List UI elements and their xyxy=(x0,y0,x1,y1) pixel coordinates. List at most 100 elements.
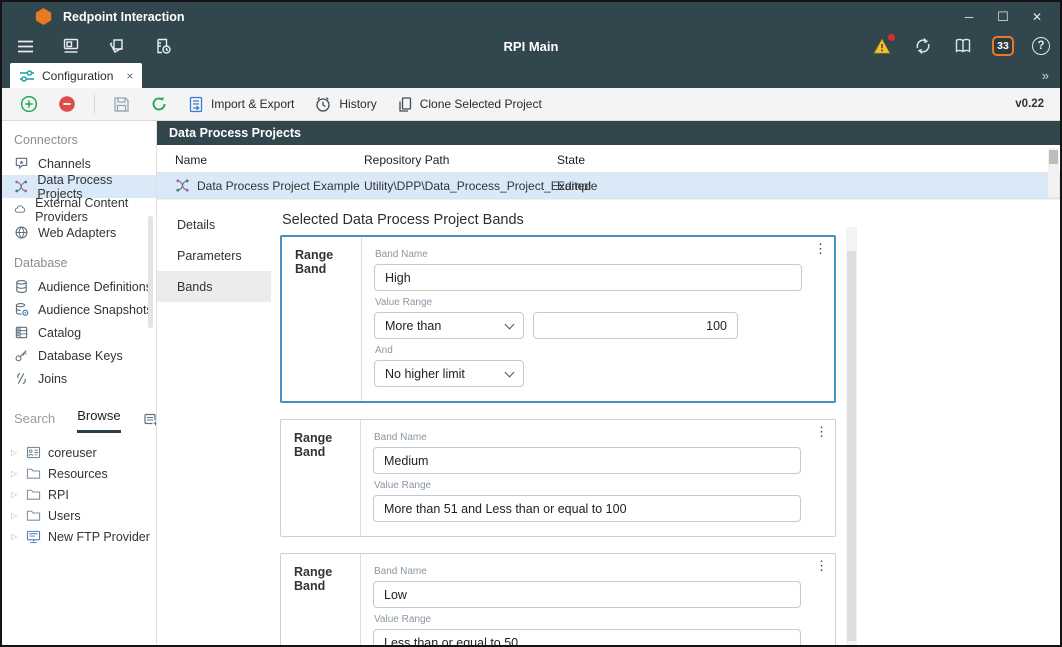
detail-tab-bands[interactable]: Bands xyxy=(157,271,271,302)
sidebar-item-audience-snapshots[interactable]: Audience Snapshots xyxy=(2,298,156,321)
band-fields: Band Name Low Value Range Less than or e… xyxy=(361,554,835,645)
add-provider-icon[interactable] xyxy=(143,412,157,428)
sidebar-item-web-adapters[interactable]: Web Adapters xyxy=(2,221,156,244)
band-name-label: Band Name xyxy=(374,432,819,443)
expander-icon[interactable]: ▷ xyxy=(11,469,19,478)
sidebar-item-external-content-providers[interactable]: External Content Providers xyxy=(2,198,156,221)
tree-item-coreuser[interactable]: ▷ coreuser xyxy=(2,442,156,463)
column-header-name[interactable]: Name xyxy=(157,153,364,167)
expander-icon[interactable]: ▷ xyxy=(11,448,19,457)
browse-tree: ▷ coreuser ▷ Resources ▷ RPI ▷ U xyxy=(2,433,156,547)
bands-content: Selected Data Process Project Bands Rang… xyxy=(271,200,1060,645)
channels-icon xyxy=(14,156,29,171)
maximize-button[interactable]: ☐ xyxy=(986,2,1020,31)
joins-icon xyxy=(14,371,29,386)
band-menu-kebab-icon[interactable]: ⋮ xyxy=(815,559,828,572)
hamburger-menu-icon[interactable] xyxy=(14,35,36,57)
folder-icon xyxy=(26,467,41,480)
value-range-summary[interactable]: More than 51 and Less than or equal to 1… xyxy=(373,495,801,522)
tree-item-label: New FTP Provider xyxy=(48,530,150,544)
table-row[interactable]: Data Process Project Example Utility\DPP… xyxy=(157,173,1060,198)
tree-item-users[interactable]: ▷ Users xyxy=(2,505,156,526)
expander-icon[interactable]: ▷ xyxy=(11,511,19,520)
clone-project-button[interactable]: Clone Selected Project xyxy=(391,92,548,117)
documentation-book-icon[interactable] xyxy=(952,35,974,57)
tab-browse[interactable]: Browse xyxy=(77,408,120,433)
history-button[interactable]: History xyxy=(308,91,382,117)
tab-close-icon[interactable]: × xyxy=(126,69,133,83)
notifications-badge[interactable]: 33 xyxy=(992,36,1014,56)
window-title: Redpoint Interaction xyxy=(63,10,185,24)
bands-scrollbar-thumb[interactable] xyxy=(847,251,856,641)
band-name-input[interactable]: Medium xyxy=(373,447,801,474)
tab-overflow-icon[interactable]: » xyxy=(1042,68,1048,83)
sidebar-panel-tabs: Search Browse xyxy=(2,402,156,433)
band-card-low[interactable]: Range Band Band Name Low Value Range Les… xyxy=(280,553,836,645)
globe-icon xyxy=(14,225,29,240)
band-menu-kebab-icon[interactable]: ⋮ xyxy=(815,425,828,438)
remove-button[interactable] xyxy=(52,91,82,117)
recent-files-icon[interactable] xyxy=(152,35,174,57)
tree-item-resources[interactable]: ▷ Resources xyxy=(2,463,156,484)
alerts-warning-icon[interactable] xyxy=(872,35,894,57)
value-input[interactable]: 100 xyxy=(533,312,738,339)
value-range-summary[interactable]: Less than or equal to 50 xyxy=(373,629,801,645)
sidebar-item-catalog[interactable]: Catalog xyxy=(2,321,156,344)
sidebar-scrollbar[interactable] xyxy=(148,216,153,328)
sidebar-item-audience-definitions[interactable]: Audience Definitions xyxy=(2,275,156,298)
sidebar: Connectors Channels Data Process Project… xyxy=(2,121,157,645)
bands-scrollbar[interactable] xyxy=(846,227,857,645)
band-name-label: Band Name xyxy=(374,566,819,577)
sidebar-item-joins[interactable]: Joins xyxy=(2,367,156,390)
band-name-input[interactable]: Low xyxy=(373,581,801,608)
database-icon xyxy=(14,279,29,294)
data-process-projects-icon xyxy=(14,179,28,194)
band-card-medium[interactable]: Range Band Band Name Medium Value Range … xyxy=(280,419,836,537)
sync-icon[interactable] xyxy=(912,35,934,57)
expander-icon[interactable]: ▷ xyxy=(11,532,19,541)
column-header-state[interactable]: State xyxy=(545,153,635,167)
table-scrollbar[interactable] xyxy=(1048,148,1059,197)
folder-icon xyxy=(26,509,41,522)
table-scrollbar-thumb[interactable] xyxy=(1049,150,1058,164)
tree-item-label: Users xyxy=(48,509,81,523)
column-header-repository-path[interactable]: Repository Path xyxy=(364,153,545,167)
upper-limit-select[interactable]: No higher limit xyxy=(374,360,524,387)
redpoint-logo-icon xyxy=(35,8,52,25)
detail-tab-parameters[interactable]: Parameters xyxy=(157,240,271,271)
version-label: v0.22 xyxy=(1015,98,1044,110)
band-name-input[interactable]: High xyxy=(374,264,802,291)
refresh-button[interactable] xyxy=(144,91,174,117)
tree-item-label: RPI xyxy=(48,488,69,502)
band-type-label: Range Band xyxy=(281,554,361,645)
tab-configuration[interactable]: Configuration × xyxy=(10,63,142,88)
tree-item-new-ftp-provider[interactable]: ▷ New FTP Provider xyxy=(2,526,156,547)
band-menu-kebab-icon[interactable]: ⋮ xyxy=(814,242,827,255)
help-icon[interactable]: ? xyxy=(1032,37,1050,55)
tree-item-rpi[interactable]: ▷ RPI xyxy=(2,484,156,505)
operator-select[interactable]: More than xyxy=(374,312,524,339)
sidebar-item-label: Audience Definitions xyxy=(38,280,152,294)
minimize-button[interactable]: ─ xyxy=(952,2,986,31)
titlebar: Redpoint Interaction ─ ☐ ✕ xyxy=(2,2,1060,31)
detail-tab-details[interactable]: Details xyxy=(157,209,271,240)
user-card-icon xyxy=(26,446,41,459)
band-card-high[interactable]: Range Band Band Name High Value Range Mo… xyxy=(280,235,836,403)
alert-dot xyxy=(888,34,895,41)
files-icon[interactable] xyxy=(106,35,128,57)
tab-search[interactable]: Search xyxy=(14,411,55,433)
band-fields: Band Name Medium Value Range More than 5… xyxy=(361,420,835,536)
dashboard-icon[interactable] xyxy=(60,35,82,57)
cell-repository-path: Utility\DPP\Data_Process_Project_Example xyxy=(364,179,545,193)
close-button[interactable]: ✕ xyxy=(1020,2,1054,31)
main-panel-header: Data Process Projects xyxy=(157,121,1060,145)
section-label-database: Database xyxy=(2,244,156,275)
save-button[interactable] xyxy=(107,92,136,117)
add-button[interactable] xyxy=(14,91,44,117)
import-export-button[interactable]: Import & Export xyxy=(182,92,300,117)
sidebar-item-database-keys[interactable]: Database Keys xyxy=(2,344,156,367)
detail-panel: Details Parameters Bands Selected Data P… xyxy=(157,199,1060,645)
tabbar: Configuration × » xyxy=(2,61,1060,88)
expander-icon[interactable]: ▷ xyxy=(11,490,19,499)
sidebar-item-label: Joins xyxy=(38,372,67,386)
